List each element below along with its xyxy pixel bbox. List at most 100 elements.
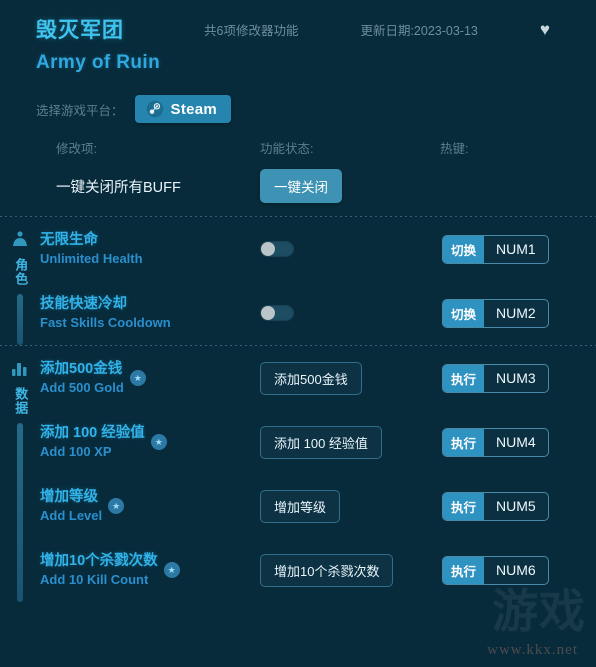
cheat-action-button[interactable]: 增加等级	[260, 489, 341, 523]
cheat-toggle[interactable]	[260, 305, 294, 321]
cheat-name-cell: 添加500金钱 Add 500 Gold ★	[40, 360, 260, 396]
cheat-action-button[interactable]: 增加10个杀戮次数	[260, 553, 394, 587]
cheat-name-en: Add 10 Kill Count	[40, 571, 149, 587]
section-rail-bar	[17, 294, 23, 345]
column-headers: 修改项: 功能状态: 热键:	[0, 130, 596, 164]
feature-count: 共6项修改器功能	[204, 23, 299, 38]
cheat-name-texts: 无限生命 Unlimited Health	[40, 231, 143, 267]
platform-steam-label: Steam	[170, 100, 218, 118]
page-title-en: Army of Ruin	[36, 52, 161, 73]
hotkey-binding[interactable]: 执行 NUM4	[442, 427, 549, 457]
cheat-name-en: Add Level	[40, 507, 103, 523]
toggle-knob	[261, 306, 275, 320]
hotkey-key-label: NUM3	[496, 370, 536, 386]
cheat-name-cell: 无限生命 Unlimited Health	[40, 231, 260, 267]
cheat-row: 添加500金钱 Add 500 Gold ★ 添加500金钱 执行 NUM3	[40, 346, 596, 410]
section-rail-bar	[17, 423, 23, 602]
cheat-name-cell: 技能快速冷却 Fast Skills Cooldown	[40, 295, 260, 331]
cheat-name-en: Unlimited Health	[40, 250, 143, 266]
cheat-sections: 角色 无限生命 Unlimited Health 切换 NUM1 技能快速冷却 Fast S…	[0, 217, 596, 602]
master-disable-row: 一键关闭所有BUFF 一键关闭	[0, 164, 596, 208]
hotkey-action-label: 执行	[443, 364, 485, 392]
platform-option-steam[interactable]: Steam	[134, 95, 232, 123]
cheat-name-cn: 增加10个杀戮次数	[40, 552, 158, 569]
cheat-name-en: Add 500 Gold	[40, 379, 124, 395]
cheat-name-texts: 添加500金钱 Add 500 Gold	[40, 360, 124, 396]
hotkey-binding[interactable]: 切换 NUM1	[442, 234, 549, 264]
section-rows: 添加500金钱 Add 500 Gold ★ 添加500金钱 执行 NUM3 添加 100 …	[40, 346, 596, 602]
star-icon: ★	[129, 370, 146, 386]
character-icon	[10, 229, 30, 258]
hotkey-key-label: NUM4	[496, 434, 536, 450]
close-all-buffs-button[interactable]: 一键关闭	[260, 169, 342, 203]
section-rail: 角色	[0, 217, 40, 345]
cheat-action-button[interactable]: 添加 100 经验值	[260, 425, 382, 459]
steam-icon	[146, 100, 164, 118]
watermark-url: www.kkx.net	[487, 642, 578, 658]
cheat-name-cell: 添加 100 经验值 Add 100 XP ★	[40, 424, 260, 460]
star-icon: ★	[108, 498, 125, 514]
data-bars-icon	[10, 358, 30, 387]
header-top-row: 毁灭军团 共6项修改器功能 更新日期:2023-03-13 ♥	[0, 12, 596, 46]
section-rail: 数据	[0, 346, 40, 602]
hotkey-action-label: 切换	[443, 299, 485, 327]
master-button-cell: 一键关闭	[260, 169, 440, 203]
cheat-row: 增加10个杀戮次数 Add 10 Kill Count ★ 增加10个杀戮次数 执行 NU…	[40, 538, 596, 602]
cheat-section: 数据 添加500金钱 Add 500 Gold ★ 添加500金钱 执行 NUM3 添加 10…	[0, 346, 596, 602]
section-label: 数据	[13, 387, 29, 415]
cheat-name-cn: 无限生命	[40, 231, 98, 248]
hotkey-binding[interactable]: 执行 NUM3	[442, 363, 549, 393]
hotkey-key-label: NUM6	[496, 562, 536, 578]
cheat-state-cell: 增加10个杀戮次数	[260, 553, 442, 587]
cheat-state-cell	[260, 305, 442, 321]
column-header-hotkey: 热键:	[440, 141, 469, 156]
hotkey-action-label: 切换	[443, 235, 485, 263]
cheat-row: 添加 100 经验值 Add 100 XP ★ 添加 100 经验值 执行 NUM4	[40, 410, 596, 474]
platform-label: 选择游戏平台：	[36, 103, 124, 118]
star-icon: ★	[150, 434, 167, 450]
cheat-name-texts: 技能快速冷却 Fast Skills Cooldown	[40, 295, 171, 331]
star-icon: ★	[163, 562, 180, 578]
cheat-row: 技能快速冷却 Fast Skills Cooldown 切换 NUM2	[40, 281, 596, 345]
hotkey-action-label: 执行	[443, 492, 485, 520]
cheat-hotkey-cell: 切换 NUM1	[442, 234, 596, 264]
cheat-name-en: Fast Skills Cooldown	[40, 314, 171, 330]
cheat-state-cell: 增加等级	[260, 489, 442, 523]
hotkey-binding[interactable]: 切换 NUM2	[442, 298, 549, 328]
cheat-action-button[interactable]: 添加500金钱	[260, 361, 362, 395]
hotkey-key-label: NUM5	[496, 498, 536, 514]
master-disable-label: 一键关闭所有BUFF	[56, 179, 181, 196]
cheat-name-en: Add 100 XP	[40, 443, 112, 459]
cheat-name-cell: 增加10个杀戮次数 Add 10 Kill Count ★	[40, 552, 260, 588]
column-header-status: 功能状态:	[260, 141, 314, 156]
favorite-heart-icon[interactable]: ♥	[540, 21, 550, 38]
cheat-name-cn: 增加等级	[40, 488, 98, 505]
cheat-row: 无限生命 Unlimited Health 切换 NUM1	[40, 217, 596, 281]
column-header-modifier: 修改项:	[56, 141, 97, 156]
cheat-section: 角色 无限生命 Unlimited Health 切换 NUM1 技能快速冷却 Fast S…	[0, 217, 596, 345]
cheat-name-texts: 添加 100 经验值 Add 100 XP	[40, 424, 145, 460]
hotkey-key-label: NUM1	[496, 241, 536, 257]
cheat-hotkey-cell: 切换 NUM2	[442, 298, 596, 328]
hotkey-key-label: NUM2	[496, 305, 536, 321]
cheat-name-texts: 增加等级 Add Level	[40, 488, 102, 524]
toggle-knob	[261, 242, 275, 256]
cheat-toggle[interactable]	[260, 241, 294, 257]
cheat-name-cn: 技能快速冷却	[40, 295, 127, 312]
cheat-name-cn: 添加500金钱	[40, 360, 123, 377]
section-label: 角色	[13, 258, 29, 286]
hotkey-binding[interactable]: 执行 NUM6	[442, 555, 549, 585]
platform-selector: 选择游戏平台： Steam	[0, 88, 596, 130]
cheat-hotkey-cell: 执行 NUM6	[442, 555, 596, 585]
cheat-hotkey-cell: 执行 NUM3	[442, 363, 596, 393]
cheat-hotkey-cell: 执行 NUM4	[442, 427, 596, 457]
cheat-name-cell: 增加等级 Add Level ★	[40, 488, 260, 524]
hotkey-binding[interactable]: 执行 NUM5	[442, 491, 549, 521]
cheat-state-cell	[260, 241, 442, 257]
cheat-name-cn: 添加 100 经验值	[40, 424, 145, 441]
app-header: 毁灭军团 共6项修改器功能 更新日期:2023-03-13 ♥ Army of …	[0, 0, 596, 88]
cheat-row: 增加等级 Add Level ★ 增加等级 执行 NUM5	[40, 474, 596, 538]
page-title-cn: 毁灭军团	[36, 19, 124, 42]
cheat-name-texts: 增加10个杀戮次数 Add 10 Kill Count	[40, 552, 158, 588]
cheat-state-cell: 添加500金钱	[260, 361, 442, 395]
